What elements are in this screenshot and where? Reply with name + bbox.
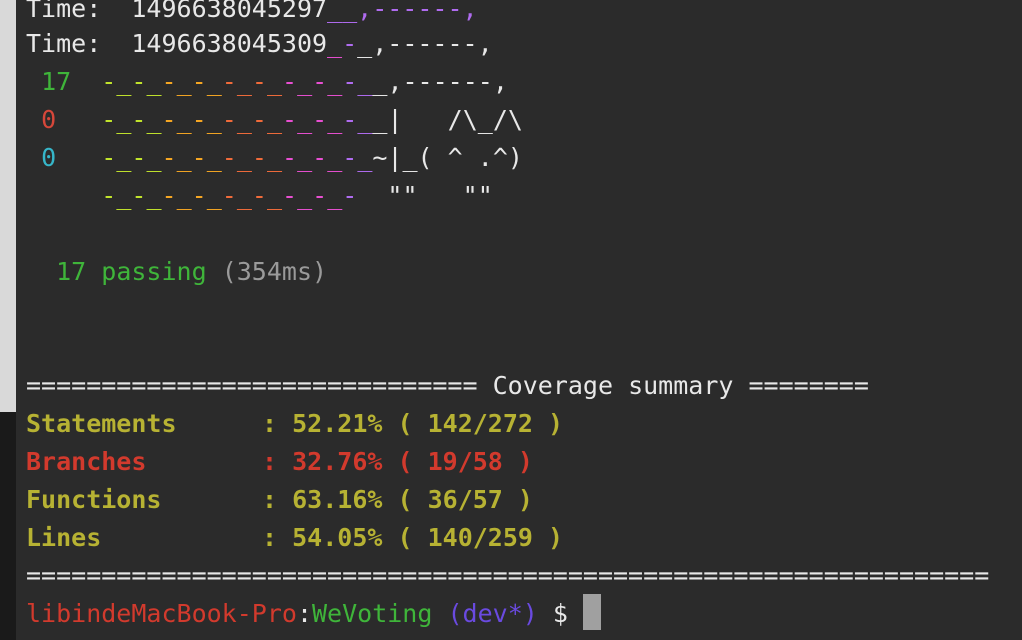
time-value: 1496638045297 (131, 0, 328, 23)
coverage-row-functions: Functions: 63.16% ( 36/57 ) (26, 481, 533, 519)
nyan-pending-count: 0 (41, 143, 57, 172)
time-tail: __,------, (327, 0, 478, 23)
nyan-row-failures: 0 -_-_-_-_-_-_-_-_-__| /\_/\ (26, 101, 523, 139)
background-window-strip-dark (0, 412, 16, 640)
coverage-detail: ( 19/58 ) (397, 447, 533, 476)
coverage-footer-rule: ========================================… (26, 561, 990, 590)
nyan-trail: -_-_-_-_-_-_-_-_-_ (101, 105, 373, 134)
coverage-pct: 54.05% (292, 523, 383, 552)
coverage-pct: 32.76% (292, 447, 383, 476)
coverage-metric-name: Lines (26, 523, 102, 552)
passing-word: passing (101, 257, 207, 286)
coverage-row-lines: Lines: 54.05% ( 140/259 ) (26, 519, 563, 557)
coverage-header-right: ======== (748, 371, 869, 400)
coverage-pct: 52.21% (292, 409, 383, 438)
time-label: Time: (26, 0, 102, 23)
coverage-sep: : (262, 523, 293, 552)
coverage-header: ============================== Coverage … (26, 367, 869, 405)
coverage-sep: : (262, 485, 293, 514)
coverage-detail: ( 36/57 ) (397, 485, 533, 514)
nyan-trail: -_-_-_-_-_-_-_-_- (101, 181, 358, 210)
coverage-sep: : (262, 447, 293, 476)
coverage-pct: 63.16% (292, 485, 383, 514)
prompt-symbol: $ (552, 599, 568, 628)
coverage-sep: : (262, 409, 293, 438)
nyan-suffix: _,------, (372, 67, 508, 96)
nyan-row-passes: 17 -_-_-_-_-_-_-_-_-__,------, (26, 63, 508, 101)
background-window-strip (0, 0, 16, 412)
log-line-time-2: Time: 1496638045309_-_,------, (26, 25, 493, 63)
nyan-pass-count: 17 (41, 67, 72, 96)
coverage-title: Coverage summary (492, 371, 734, 400)
coverage-metric-name: Branches (26, 447, 147, 476)
nyan-trail: -_-_-_-_-_-_-_-_-_ (101, 143, 373, 172)
shell-prompt[interactable]: libindeMacBook-Pro:WeVoting (dev*) $ (26, 594, 601, 633)
prompt-colon: : (296, 599, 312, 628)
text-cursor[interactable] (582, 594, 601, 630)
coverage-detail: ( 140/259 ) (397, 523, 564, 552)
terminal-window[interactable]: Time: 1496638045297__,------, Time: 1496… (16, 0, 1022, 640)
coverage-footer: ========================================… (26, 557, 1022, 595)
nyan-row-tail: -_-_-_-_-_-_-_-_- "" "" (26, 177, 493, 215)
prompt-host: libindeMacBook-Pro (26, 599, 297, 628)
nyan-trail: -_-_-_-_-_-_-_-_-_ (101, 67, 373, 96)
log-line-time-1: Time: 1496638045297__,------, (26, 0, 478, 28)
coverage-row-branches: Branches: 32.76% ( 19/58 ) (26, 443, 533, 481)
prompt-dir: WeVoting (312, 599, 433, 628)
coverage-metric-name: Functions (26, 485, 162, 514)
duration: (354ms) (221, 257, 328, 286)
coverage-header-left: ============================== (26, 371, 478, 400)
passing-count: 17 (56, 257, 87, 286)
coverage-row-statements: Statements: 52.21% ( 142/272 ) (26, 405, 563, 443)
time-tail-c: _,------, (357, 29, 493, 58)
coverage-metric-name: Statements (26, 409, 177, 438)
coverage-detail: ( 142/272 ) (397, 409, 564, 438)
time-tail-a: _ (327, 29, 343, 58)
nyan-suffix: "" "" (357, 181, 493, 210)
test-result-summary: 17 passing (354ms) (26, 253, 327, 291)
prompt-branch: (dev*) (447, 599, 538, 628)
nyan-fail-count: 0 (41, 105, 57, 134)
nyan-suffix: _| /\_/\ (372, 105, 523, 134)
time-value: 1496638045309 (131, 29, 328, 58)
time-tail-b: - (342, 29, 358, 58)
nyan-row-pending: 0 -_-_-_-_-_-_-_-_-_~|_( ^ .^) (26, 139, 523, 177)
time-label: Time: (26, 29, 102, 58)
nyan-suffix: ~|_( ^ .^) (372, 143, 523, 172)
